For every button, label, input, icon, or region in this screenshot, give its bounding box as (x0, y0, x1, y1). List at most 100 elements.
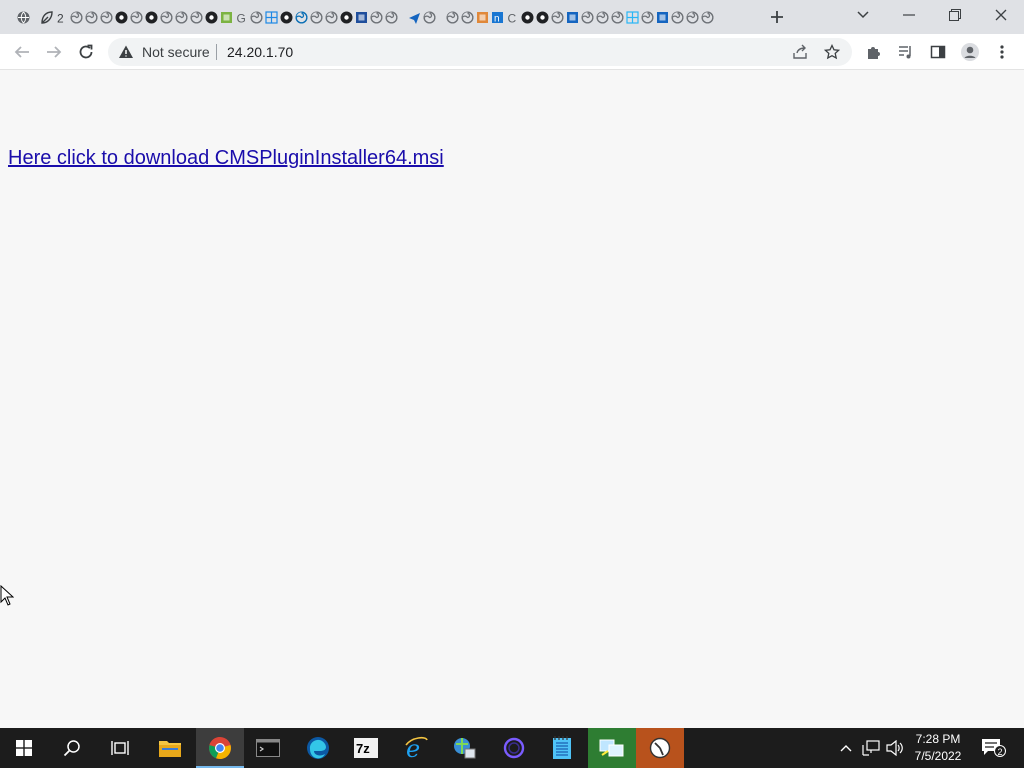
tab[interactable] (84, 10, 99, 25)
tab[interactable] (39, 10, 54, 25)
tab[interactable] (655, 10, 670, 25)
cortana-button[interactable] (490, 728, 538, 768)
minimize-button[interactable] (896, 4, 922, 26)
tab[interactable] (309, 10, 324, 25)
tab[interactable] (580, 10, 595, 25)
remote-desktop-button[interactable] (588, 728, 636, 768)
forward-button[interactable] (42, 40, 66, 64)
terminal-button[interactable] (244, 728, 292, 768)
tab[interactable] (174, 10, 189, 25)
file-explorer-button[interactable] (146, 728, 194, 768)
tab[interactable] (670, 10, 685, 25)
generic-site-icon (446, 11, 459, 23)
tab[interactable] (445, 10, 460, 25)
tab[interactable] (219, 10, 234, 25)
url-text[interactable]: 24.20.1.70 (227, 44, 293, 60)
tab[interactable]: n (490, 10, 505, 25)
tab[interactable] (422, 10, 437, 25)
restore-button[interactable] (942, 4, 968, 26)
tab[interactable] (264, 10, 279, 25)
tab[interactable] (595, 10, 610, 25)
tab[interactable] (339, 10, 354, 25)
tab[interactable] (565, 10, 580, 25)
tab[interactable]: 2 (54, 10, 69, 25)
show-hidden-icons-button[interactable] (836, 738, 856, 758)
tab-search-button[interactable] (850, 4, 876, 26)
address-bar[interactable]: Not secure 24.20.1.70 (108, 38, 852, 66)
tab[interactable] (114, 10, 129, 25)
tab[interactable] (16, 10, 31, 25)
generic-site-icon (671, 11, 684, 23)
security-label[interactable]: Not secure (142, 44, 210, 60)
number-2-icon: 2 (57, 11, 64, 24)
chrome-button[interactable] (196, 728, 244, 768)
menu-button[interactable] (990, 40, 1014, 64)
share-button[interactable] (790, 42, 810, 62)
tab[interactable] (369, 10, 384, 25)
blue-swirl-icon (295, 11, 308, 23)
notification-count: 2 (994, 745, 1006, 757)
tab[interactable] (625, 10, 640, 25)
7zip-button[interactable]: 7z (342, 728, 390, 768)
tab[interactable]: G (234, 10, 249, 25)
new-tab-button[interactable] (767, 7, 787, 27)
back-button[interactable] (10, 40, 34, 64)
tab[interactable] (550, 10, 565, 25)
tab-strip: 2 GnC (0, 0, 1024, 34)
clock-app-button[interactable] (636, 728, 684, 768)
internet-explorer-button[interactable]: e (392, 728, 440, 768)
tab[interactable] (685, 10, 700, 25)
tab[interactable] (520, 10, 535, 25)
notepad-button[interactable] (538, 728, 586, 768)
tab[interactable] (69, 10, 84, 25)
tab[interactable] (99, 10, 114, 25)
profile-button[interactable] (958, 40, 982, 64)
tab[interactable] (354, 10, 369, 25)
tab[interactable] (204, 10, 219, 25)
download-link[interactable]: Here click to download CMSPluginInstalle… (8, 147, 444, 170)
terminal-icon (256, 739, 280, 757)
reload-button[interactable] (74, 40, 98, 64)
tab[interactable] (384, 10, 399, 25)
taskbar-clock[interactable]: 7:28 PM 7/5/2022 (902, 731, 974, 765)
tab[interactable] (700, 10, 715, 25)
tab[interactable] (460, 10, 475, 25)
notepad-icon (553, 736, 571, 759)
music-list-icon (899, 46, 911, 59)
tab[interactable] (535, 10, 550, 25)
tab[interactable] (279, 10, 294, 25)
network-tray-button[interactable] (861, 738, 881, 758)
tab[interactable] (144, 10, 159, 25)
tab[interactable] (640, 10, 655, 25)
task-view-button[interactable] (96, 728, 144, 768)
tab[interactable] (294, 10, 309, 25)
network-tool-button[interactable] (440, 728, 488, 768)
action-center-button[interactable]: 2 (980, 736, 1006, 760)
tab[interactable] (610, 10, 625, 25)
bookmark-button[interactable] (822, 42, 842, 62)
side-panel-button[interactable] (926, 40, 950, 64)
search-button[interactable] (48, 728, 96, 768)
chrome-icon (209, 737, 231, 760)
warning-icon[interactable] (118, 44, 134, 60)
svg-text:2: 2 (57, 11, 64, 24)
tab[interactable]: C (505, 10, 520, 25)
network-icon (862, 740, 880, 756)
close-window-button[interactable] (988, 4, 1014, 26)
tab[interactable] (249, 10, 264, 25)
tab[interactable] (189, 10, 204, 25)
start-button[interactable] (0, 728, 48, 768)
internet-explorer-icon: e (405, 736, 428, 760)
edge-icon (307, 737, 329, 759)
taskbar: 7z e 7:28 PM 7/5/2022 2 (0, 728, 1024, 768)
edge-button[interactable] (294, 728, 342, 768)
tab[interactable] (324, 10, 339, 25)
extensions-button[interactable] (862, 40, 886, 64)
svg-text:G: G (237, 11, 246, 24)
tab[interactable] (159, 10, 174, 25)
ring-icon (503, 737, 525, 759)
tab[interactable] (475, 10, 490, 25)
tab[interactable] (407, 10, 422, 25)
tab[interactable] (129, 10, 144, 25)
media-control-button[interactable] (894, 40, 918, 64)
